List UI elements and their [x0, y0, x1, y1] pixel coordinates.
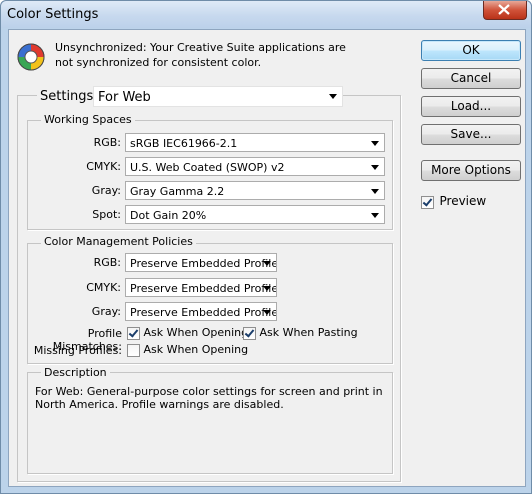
- missing-profiles-label: Missing Profiles:: [33, 344, 122, 357]
- chevron-down-icon: [263, 286, 271, 291]
- settings-value: For Web: [98, 90, 151, 105]
- color-sync-icon: [17, 43, 45, 71]
- cmp-rgb-label: RGB:: [93, 256, 121, 269]
- mismatch-ask-opening-label: Ask When Opening: [143, 326, 249, 339]
- cmp-cmyk-label: CMYK:: [86, 281, 121, 294]
- cmp-gray-label: Gray:: [91, 305, 121, 318]
- chevron-down-icon: [263, 261, 271, 266]
- mismatch-ask-pasting-checkbox[interactable]: [243, 326, 256, 340]
- ws-spot-label: Spot:: [92, 208, 121, 221]
- close-icon: [498, 4, 510, 15]
- ws-spot-value: Dot Gain 20%: [130, 209, 207, 222]
- ws-rgb-label: RGB:: [93, 136, 121, 149]
- chevron-down-icon: [263, 310, 271, 315]
- description-text: For Web: General-purpose color settings …: [35, 385, 383, 411]
- close-button[interactable]: [483, 1, 527, 20]
- cmp-rgb-value: Preserve Embedded Profiles: [130, 257, 277, 270]
- mismatch-ask-pasting-option[interactable]: Ask When Pasting: [243, 326, 358, 340]
- ws-gray-dropdown[interactable]: Gray Gamma 2.2: [125, 181, 385, 200]
- title-bar[interactable]: Color Settings: [1, 1, 531, 28]
- chevron-down-icon: [329, 94, 337, 99]
- save-button[interactable]: Save...: [421, 124, 521, 145]
- cmp-cmyk-value: Preserve Embedded Profiles: [130, 282, 277, 295]
- chevron-down-icon: [371, 213, 379, 218]
- ws-cmyk-label: CMYK:: [86, 160, 121, 173]
- ws-rgb-dropdown[interactable]: sRGB IEC61966-2.1: [125, 133, 385, 152]
- missing-ask-opening-label: Ask When Opening: [143, 343, 249, 356]
- working-spaces-title: Working Spaces: [41, 113, 135, 126]
- ws-gray-value: Gray Gamma 2.2: [130, 185, 225, 198]
- more-options-button[interactable]: More Options: [421, 160, 521, 181]
- description-title: Description: [41, 366, 110, 379]
- load-button[interactable]: Load...: [421, 96, 521, 117]
- cancel-button[interactable]: Cancel: [421, 68, 521, 89]
- settings-dropdown[interactable]: For Web: [93, 86, 343, 107]
- ws-cmyk-value: U.S. Web Coated (SWOP) v2: [130, 161, 285, 174]
- dialog-body: Unsynchronized: Your Creative Suite appl…: [8, 29, 526, 487]
- mismatch-ask-opening-option[interactable]: Ask When Opening: [127, 326, 248, 340]
- settings-label: Settings:: [37, 89, 101, 104]
- ws-rgb-value: sRGB IEC61966-2.1: [130, 137, 238, 150]
- chevron-down-icon: [371, 165, 379, 170]
- mismatch-ask-opening-checkbox[interactable]: [127, 326, 140, 340]
- mismatch-ask-pasting-label: Ask When Pasting: [259, 326, 358, 339]
- missing-ask-opening-checkbox[interactable]: [127, 343, 140, 357]
- ws-cmyk-dropdown[interactable]: U.S. Web Coated (SWOP) v2: [125, 157, 385, 176]
- cmp-gray-value: Preserve Embedded Profiles: [130, 306, 277, 319]
- ws-gray-label: Gray:: [91, 184, 121, 197]
- missing-ask-opening-option[interactable]: Ask When Opening: [127, 343, 248, 357]
- preview-label: Preview: [439, 194, 487, 208]
- window-title: Color Settings: [7, 7, 99, 22]
- cmp-cmyk-dropdown[interactable]: Preserve Embedded Profiles: [125, 278, 277, 297]
- policies-title: Color Management Policies: [41, 235, 196, 248]
- preview-option[interactable]: Preview: [421, 194, 486, 209]
- ok-button[interactable]: OK: [421, 40, 521, 61]
- preview-checkbox[interactable]: [421, 195, 434, 209]
- ws-spot-dropdown[interactable]: Dot Gain 20%: [125, 205, 385, 224]
- chevron-down-icon: [371, 141, 379, 146]
- color-settings-window: Color Settings Unsynchronized: Your Crea…: [0, 0, 532, 494]
- chevron-down-icon: [371, 189, 379, 194]
- cmp-gray-dropdown[interactable]: Preserve Embedded Profiles: [125, 302, 277, 321]
- cmp-rgb-dropdown[interactable]: Preserve Embedded Profiles: [125, 253, 277, 272]
- sync-status-text: Unsynchronized: Your Creative Suite appl…: [55, 41, 346, 69]
